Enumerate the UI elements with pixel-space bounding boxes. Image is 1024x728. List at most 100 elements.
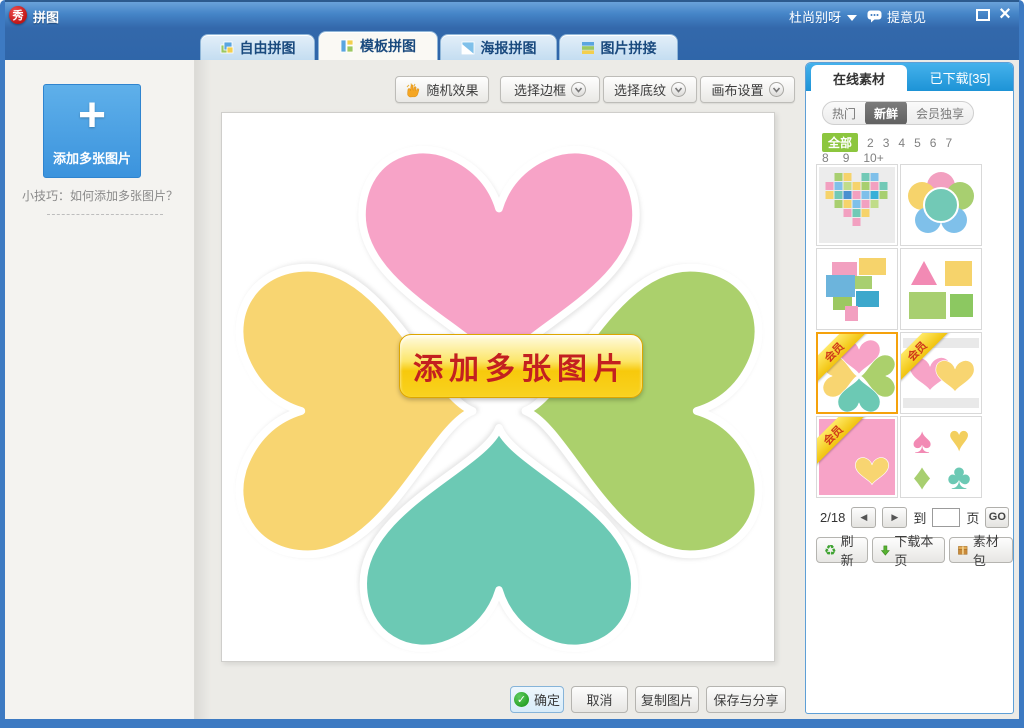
copy-image-button[interactable]: 复制图片 (635, 686, 699, 713)
save-share-label: 保存与分享 (713, 693, 779, 708)
template-thumbnail-card-suits[interactable]: ♠ ♥ ♦ ♣ (900, 416, 982, 498)
count-7[interactable]: 7 (945, 136, 952, 150)
count-2[interactable]: 2 (867, 136, 874, 150)
collage-canvas[interactable]: 添加多张图片 (221, 112, 775, 662)
template-thumbnail-clover-hearts[interactable]: 会员 (816, 332, 898, 414)
content-area: + 添加多张图片 小技巧：如何添加多张图片？ 随机效果 选择边框 选择底纹 画布… (5, 60, 1019, 719)
feedback-button[interactable]: 提意见 (867, 7, 926, 26)
tab-label: 自由拼图 (239, 39, 296, 56)
filter-fresh[interactable]: 新鲜 (865, 102, 908, 124)
main-tab-bar: 自由拼图 模板拼图 海报拼图 图片拼接 (5, 28, 1019, 60)
count-9[interactable]: 9 (843, 151, 850, 165)
random-effect-label: 随机效果 (426, 83, 479, 98)
refresh-button[interactable]: ♻ 刷新 (816, 534, 868, 568)
copy-image-label: 复制图片 (640, 693, 693, 708)
tab-label: 图片拼接 (600, 39, 657, 56)
free-collage-icon (220, 41, 233, 53)
svg-text:♣: ♣ (947, 456, 971, 495)
tip-link[interactable]: 小技巧：如何添加多张图片？ (5, 187, 195, 204)
materials-panel: 在线素材 已下载[35] 热门 新鲜 会员独享 全部 2 3 4 5 6 7 8… (805, 62, 1014, 714)
prev-page-button[interactable]: ◀ (851, 506, 877, 528)
template-thumbnail-circle-flower[interactable] (900, 164, 982, 246)
filter-hot[interactable]: 热门 (823, 102, 865, 124)
next-page-button[interactable]: ▶ (882, 506, 908, 528)
tab-label: 海报拼图 (480, 39, 537, 56)
photo-stitch-icon (581, 41, 594, 54)
close-button[interactable]: × (995, 3, 1015, 25)
refresh-icon: ♻ (824, 541, 837, 558)
page-input[interactable] (932, 507, 961, 527)
mosaic-heart-preview (819, 167, 895, 243)
count-5[interactable]: 5 (914, 136, 921, 150)
select-texture-button[interactable]: 选择底纹 (603, 76, 697, 103)
left-sidebar: + 添加多张图片 小技巧：如何添加多张图片？ (5, 60, 195, 719)
feedback-label: 提意见 (887, 10, 927, 25)
count-all[interactable]: 全部 (822, 133, 859, 152)
canvas-settings-button[interactable]: 画布设置 (700, 76, 795, 103)
divider (195, 60, 211, 719)
confirm-button[interactable]: ✓ 确定 (510, 686, 564, 713)
center-workspace: 随机效果 选择边框 选择底纹 画布设置 添加多张图片 ✓ 确定 取消 复制图片 … (195, 60, 805, 719)
add-photos-button[interactable]: + 添加多张图片 (43, 84, 141, 178)
download-page-button[interactable]: 下载本页 (871, 534, 946, 568)
cancel-button[interactable]: 取消 (571, 686, 628, 713)
count-6[interactable]: 6 (930, 136, 937, 150)
select-border-button[interactable]: 选择边框 (500, 76, 600, 103)
tab-photo-stitch[interactable]: 图片拼接 (559, 34, 678, 60)
geometric-shapes-preview (909, 261, 973, 319)
scattered-photos-preview (826, 258, 886, 321)
user-menu[interactable]: 杜尚别呀 (789, 7, 858, 26)
goto-label: 到 (913, 510, 927, 526)
canvas-settings-label: 画布设置 (711, 83, 764, 98)
go-button[interactable]: GO (985, 506, 1010, 528)
page-indicator: 2/18 (820, 509, 846, 525)
template-collage-icon (340, 39, 354, 53)
count-3[interactable]: 3 (883, 136, 890, 150)
card-suits-preview: ♠ ♥ ♦ ♣ (912, 419, 971, 495)
add-photos-label: 添加多张图片 (52, 151, 131, 166)
material-pack-label: 素材包 (972, 534, 999, 568)
chevron-down-icon (671, 82, 686, 97)
maximize-button[interactable] (976, 9, 990, 21)
tab-template-collage[interactable]: 模板拼图 (318, 31, 438, 60)
svg-text:♦: ♦ (913, 456, 931, 495)
filter-member-only[interactable]: 会员独享 (907, 102, 973, 124)
random-effect-button[interactable]: 随机效果 (395, 76, 489, 103)
tab-free-collage[interactable]: 自由拼图 (200, 34, 315, 60)
template-thumbnail-heart-corner-card[interactable]: 会员 (816, 416, 898, 498)
app-window: 秀 拼图 杜尚别呀 提意见 × 自由拼图 模板拼图 海报拼图 图片拼接 + 添加… (0, 0, 1024, 728)
page-unit-label: 页 (966, 510, 980, 526)
photo-count-filter-row1: 全部 2 3 4 5 6 7 (822, 133, 952, 152)
svg-text:♥: ♥ (948, 419, 969, 459)
chevron-down-icon (847, 14, 858, 21)
package-icon (958, 546, 968, 555)
svg-text:♠: ♠ (912, 420, 931, 461)
count-4[interactable]: 4 (898, 136, 905, 150)
save-share-button[interactable]: 保存与分享 (706, 686, 786, 713)
poster-collage-icon (461, 41, 474, 54)
tab-label: 模板拼图 (360, 38, 416, 54)
chevron-down-icon (571, 82, 586, 97)
count-8[interactable]: 8 (822, 151, 829, 165)
add-multiple-photos-button[interactable]: 添加多张图片 (399, 334, 643, 398)
user-name: 杜尚别呀 (789, 10, 842, 25)
template-thumbnail-mosaic-heart[interactable] (816, 164, 898, 246)
template-grid: 会员 会员 会员 ♠ ♥ ♦ ♣ (816, 164, 984, 498)
template-thumbnail-geometric-shapes[interactable] (900, 248, 982, 330)
app-logo-icon: 秀 (9, 6, 27, 24)
count-10plus[interactable]: 10+ (863, 151, 883, 165)
tab-online-materials[interactable]: 在线素材 (811, 65, 907, 91)
refresh-label: 刷新 (840, 534, 854, 568)
pagination: 2/18 ◀ ▶ 到 页 GO (820, 506, 1010, 528)
hand-click-icon (407, 82, 420, 97)
template-thumbnail-double-hearts[interactable]: 会员 (900, 332, 982, 414)
filter-segmented-control: 热门 新鲜 会员独享 (822, 101, 975, 125)
tab-poster-collage[interactable]: 海报拼图 (440, 34, 557, 60)
panel-tab-bar: 在线素材 已下载[35] (806, 63, 1013, 91)
material-pack-button[interactable]: 素材包 (949, 534, 1013, 568)
tab-downloaded[interactable]: 已下载[35] (907, 63, 1013, 91)
template-thumbnail-scattered-photos[interactable] (816, 248, 898, 330)
download-icon (880, 545, 890, 556)
circle-flower-preview (908, 172, 974, 233)
divider (47, 214, 163, 215)
